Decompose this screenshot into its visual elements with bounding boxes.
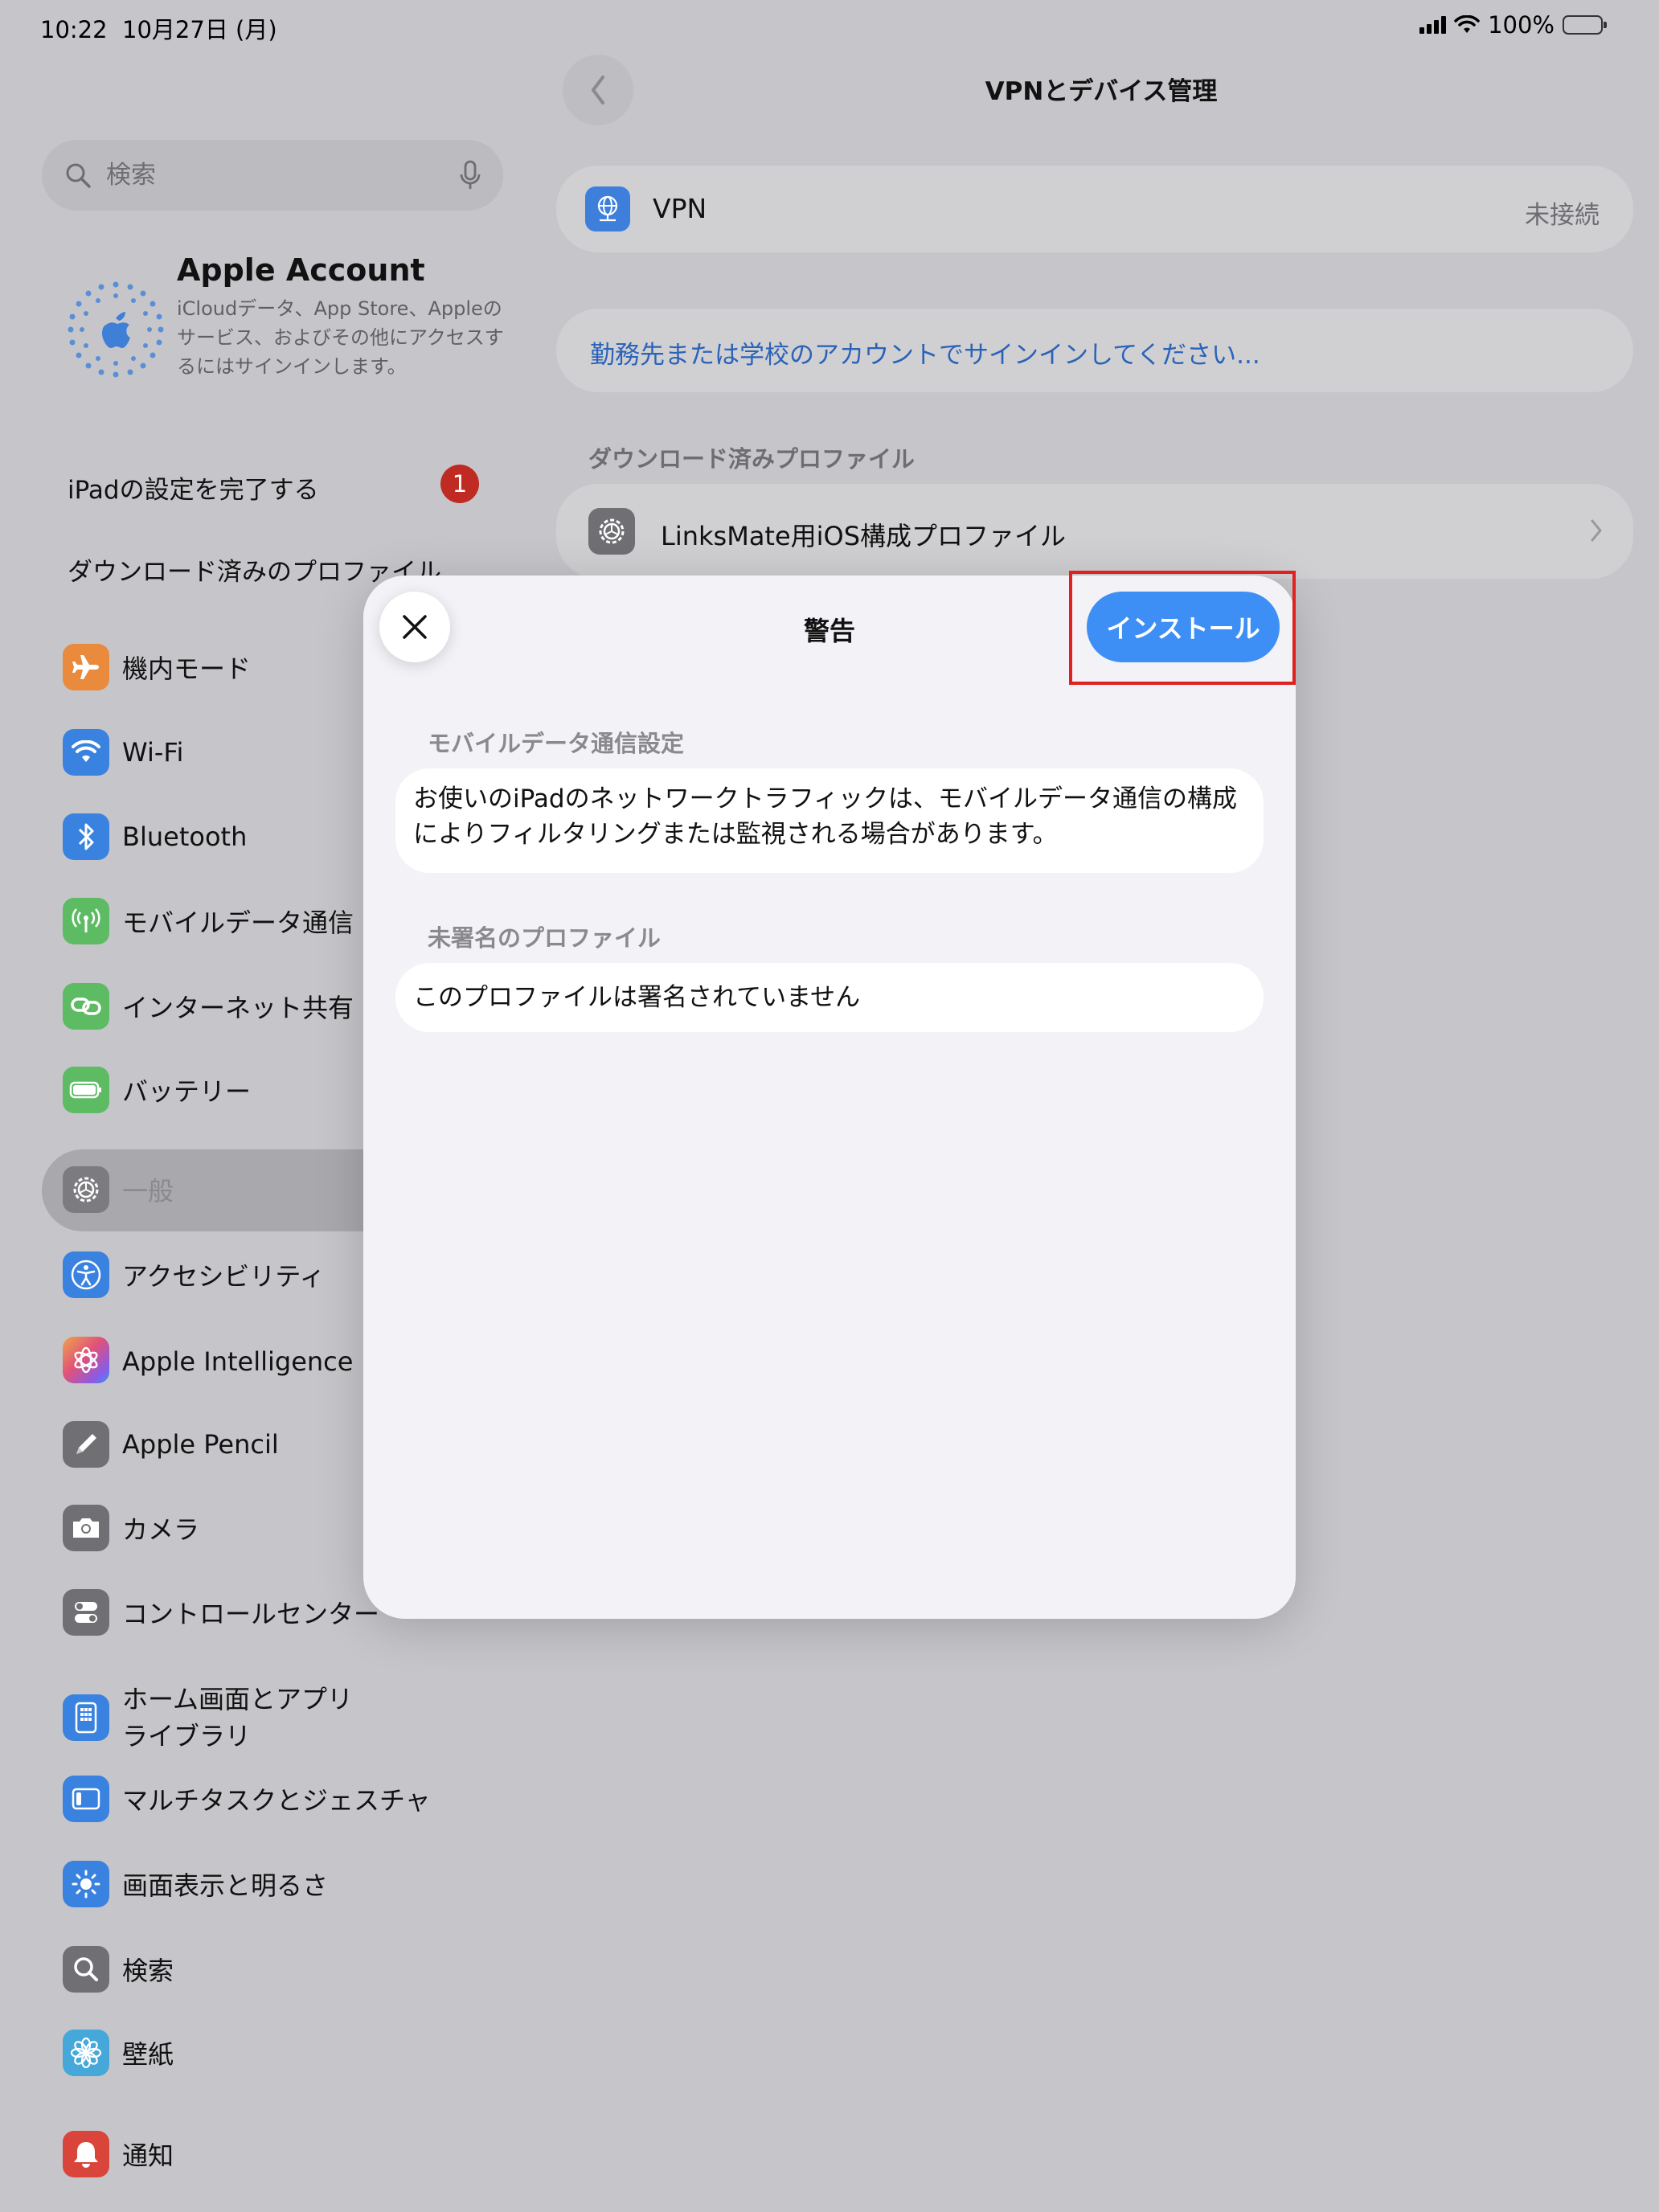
sidebar-item-label: コントロールセンター <box>122 1599 380 1629</box>
sidebar-item-airplane-mode[interactable]: 機内モード <box>63 641 251 693</box>
warning-sheet: 警告 インストール モバイルデータ通信設定 お使いのiPadのネットワークトラフ… <box>363 571 1296 1619</box>
accessibility-icon <box>63 1251 109 1298</box>
microphone-icon[interactable] <box>460 160 481 190</box>
sidebar-item-search[interactable]: 検索 <box>63 1944 174 1995</box>
vpn-status: 未接続 <box>1525 201 1600 230</box>
apple-account-title: Apple Account <box>177 252 425 288</box>
sidebar-item-label: カメラ <box>122 1514 200 1545</box>
link-icon <box>63 983 109 1030</box>
sidebar-item-label: Apple Pencil <box>122 1429 279 1460</box>
close-button[interactable] <box>379 592 450 662</box>
sidebar-item-label: マルチタスクとジェスチャ <box>122 1785 431 1816</box>
wifi-icon <box>63 729 109 776</box>
sidebar-item-notifications[interactable]: 通知 <box>63 2128 174 2180</box>
sidebar-item-label: Bluetooth <box>122 821 248 852</box>
close-icon <box>403 615 427 639</box>
sidebar-item-label: 画面表示と明るさ <box>122 1870 329 1901</box>
sidebar-item-label: 機内モード <box>122 653 252 684</box>
sidebar-item-multitasking[interactable]: マルチタスクとジェスチャ <box>63 1773 431 1825</box>
vpn-row[interactable]: VPN 未接続 <box>556 166 1633 252</box>
mobile-data-warning: お使いのiPadのネットワークトラフィックは、モバイルデータ通信の構成によりフィ… <box>395 768 1264 873</box>
airplane-icon <box>63 644 109 690</box>
sidebar-item-wifi[interactable]: Wi-Fi <box>63 727 183 778</box>
sidebar-item-control-center[interactable]: コントロールセンター <box>63 1587 379 1638</box>
signin-link[interactable]: 勤務先または学校のアカウントでサインインしてください... <box>590 334 1260 371</box>
battery-percent: 100% <box>1488 11 1555 39</box>
sidebar-item-general[interactable]: 一般 <box>63 1164 174 1215</box>
apple-account-row[interactable]: Apple Account iCloudデータ、App Store、Appleの… <box>66 252 516 413</box>
sun-icon <box>63 1861 109 1907</box>
sidebar-item-label: Apple Intelligence と <box>122 1346 387 1377</box>
multitask-icon <box>63 1776 109 1822</box>
sidebar-item-mobile-data[interactable]: モバイルデータ通信 <box>63 895 354 947</box>
cellular-signal-icon <box>1419 16 1447 34</box>
sidebar-item-wallpaper[interactable]: 壁紙 <box>63 2027 174 2079</box>
sidebar-item-label: 壁紙 <box>122 2039 174 2070</box>
home-screen-label-line2: ライブラリ <box>122 1721 252 1751</box>
signin-row[interactable]: 勤務先または学校のアカウントでサインインしてください... <box>556 309 1633 392</box>
search-icon <box>63 1946 109 1993</box>
gear-icon <box>63 1166 109 1213</box>
camera-icon <box>63 1505 109 1551</box>
flower-icon <box>63 2030 109 2076</box>
apple-account-avatar-icon <box>68 281 164 378</box>
apple-account-description: iCloudデータ、App Store、Appleのサービス、およびその他にアク… <box>177 297 504 378</box>
gear-icon <box>588 508 635 555</box>
status-indicators: 100% <box>1419 11 1607 39</box>
install-button[interactable]: インストール <box>1087 592 1280 662</box>
sidebar-item-accessibility[interactable]: アクセシビリティ <box>63 1249 325 1301</box>
sidebar-item-label: 検索 <box>122 1956 174 1986</box>
bluetooth-icon <box>63 813 109 860</box>
pencil-icon <box>63 1421 109 1468</box>
sidebar-item-home-screen[interactable]: ホーム画面とアプリ ライブラリ <box>63 1680 353 1755</box>
downloaded-profiles-header: ダウンロード済みプロファイル <box>588 445 916 473</box>
sidebar-item-label: 通知 <box>122 2140 174 2171</box>
battery-status-icon <box>1563 15 1607 35</box>
sidebar-item-apple-intelligence[interactable]: Apple Intelligence と <box>63 1334 387 1386</box>
sidebar-item-battery[interactable]: バッテリー <box>63 1064 251 1116</box>
status-date: 10月27日 (月) <box>122 16 277 43</box>
vpn-label: VPN <box>653 193 707 224</box>
toggle-icon <box>63 1589 109 1636</box>
sidebar-item-label: Wi-Fi <box>122 737 184 768</box>
chevron-left-icon <box>592 76 604 104</box>
sidebar-item-label: ホーム画面とアプリ ライブラリ <box>122 1681 353 1755</box>
sidebar-search-input[interactable] <box>106 161 460 190</box>
search-icon <box>66 163 91 188</box>
chevron-right-icon <box>1591 519 1602 542</box>
finish-setup-row[interactable]: iPadの設定を完了する <box>68 469 319 506</box>
sheet-title: 警告 <box>803 616 855 646</box>
home-screen-label-line1: ホーム画面とアプリ <box>122 1684 354 1714</box>
sidebar-item-label: アクセシビリティ <box>122 1261 326 1292</box>
sidebar-item-display[interactable]: 画面表示と明るさ <box>63 1858 328 1910</box>
sidebar-item-bluetooth[interactable]: Bluetooth <box>63 811 247 862</box>
sidebar-item-camera[interactable]: カメラ <box>63 1502 199 1554</box>
sidebar-item-apple-pencil[interactable]: Apple Pencil <box>63 1419 279 1470</box>
sidebar-search-bar[interactable] <box>42 140 503 211</box>
unsigned-profile-header: 未署名のプロファイル <box>428 924 662 952</box>
battery-icon <box>63 1067 109 1113</box>
sidebar-item-hotspot[interactable]: インターネット共有 <box>63 981 354 1032</box>
antenna-icon <box>63 898 109 944</box>
mobile-data-header: モバイルデータ通信設定 <box>428 730 685 757</box>
page-title: VPNとデバイス管理 <box>985 77 1218 106</box>
profile-row[interactable]: LinksMate用iOS構成プロファイル <box>556 484 1633 579</box>
home-screen-icon <box>63 1694 109 1741</box>
sidebar-item-label: インターネット共有 <box>122 993 354 1023</box>
bell-icon <box>63 2131 109 2177</box>
unsigned-profile-warning: このプロファイルは署名されていません <box>395 963 1264 1032</box>
status-time: 10:22 10月27日 (月) <box>40 11 277 45</box>
finish-setup-badge: 1 <box>440 465 479 503</box>
sidebar-item-label: バッテリー <box>122 1076 252 1107</box>
globe-network-icon <box>585 186 630 231</box>
back-button[interactable] <box>563 55 633 125</box>
status-time-clock: 10:22 <box>40 16 108 43</box>
profile-name: LinksMate用iOS構成プロファイル <box>661 521 1067 551</box>
apple-intelligence-icon <box>63 1337 109 1383</box>
sidebar-item-label: 一般 <box>122 1176 174 1206</box>
wifi-status-icon <box>1454 15 1480 33</box>
sidebar-item-label: モバイルデータ通信 <box>122 907 354 938</box>
